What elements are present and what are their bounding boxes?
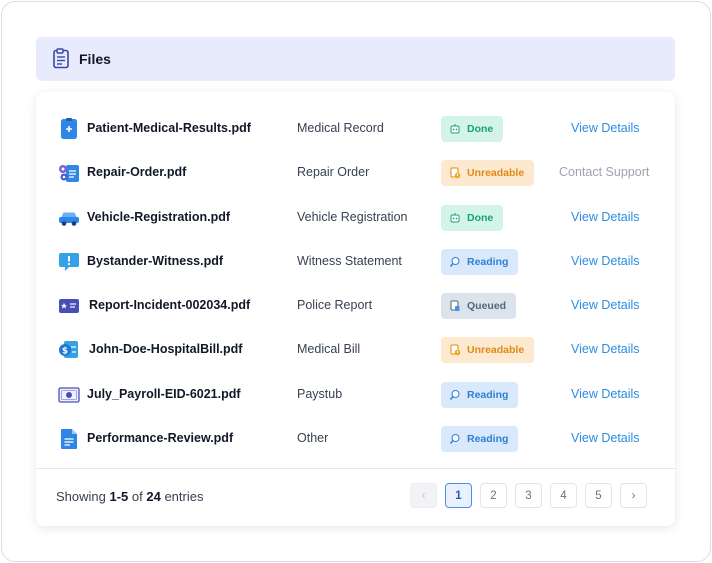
robot-icon [449,212,461,224]
table-row[interactable]: Repair-Order.pdf Repair Order Unreadable… [36,151,675,195]
status-badge: Reading [441,248,519,275]
file-name[interactable]: Repair-Order.pdf [87,165,186,179]
footer-divider [36,468,675,469]
warning-document-icon [449,167,461,179]
status-label: Queued [467,300,507,313]
file-name[interactable]: Vehicle-Registration.pdf [87,210,230,224]
view-details-link[interactable]: View Details [571,254,640,268]
status-badge: Unreadable [441,160,535,187]
page-button-4[interactable]: 4 [550,483,577,508]
police-badge-card-icon [58,295,80,317]
previous-page-button[interactable]: ‹ [410,483,437,508]
banknote-icon [58,384,80,406]
page-title: Files [79,51,111,67]
status-badge: Done [441,204,504,231]
page-button-1[interactable]: 1 [445,483,472,508]
status-label: Done [467,211,494,224]
status-badge: Reading [441,381,519,408]
speech-bubble-alert-icon [58,251,80,273]
robot-icon [449,123,461,135]
view-details-link[interactable]: View Details [571,387,640,401]
view-details-link[interactable]: View Details [571,431,640,445]
view-details-link[interactable]: View Details [571,342,640,356]
file-type: Repair Order [297,165,370,180]
svg-text:$: $ [62,347,68,357]
view-details-link[interactable]: View Details [571,210,640,224]
gears-clipboard-icon [58,162,80,184]
table-row[interactable]: Patient-Medical-Results.pdf Medical Reco… [36,107,675,151]
file-name[interactable]: John-Doe-HospitalBill.pdf [89,342,242,356]
table-row[interactable]: Performance-Review.pdf Other Reading Vie… [36,417,675,461]
entries-prefix: Showing [56,489,110,504]
entries-total: 24 [146,489,161,504]
file-name[interactable]: Patient-Medical-Results.pdf [87,121,251,135]
document-icon [58,428,80,450]
table-row[interactable]: July_Payroll-EID-6021.pdf Paystub Readin… [36,373,675,417]
magnifier-icon [449,256,461,268]
status-badge: Reading [441,426,519,453]
file-type: Witness Statement [297,253,402,268]
file-type: Medical Bill [297,342,361,357]
clipboard-document-icon [51,48,71,70]
file-name[interactable]: Report-Incident-002034.pdf [89,298,250,312]
file-name[interactable]: Performance-Review.pdf [87,431,233,445]
file-type: Medical Record [297,121,384,135]
table-row[interactable]: $ John-Doe-HospitalBill.pdf Medical Bill… [36,328,675,372]
view-details-link[interactable]: View Details [571,121,640,135]
file-type: Police Report [297,298,373,313]
file-type: Vehicle Registration [297,209,408,224]
table-row[interactable]: Report-Incident-002034.pdf Police Report… [36,284,675,328]
status-label: Unreadable [467,167,525,180]
entries-range: 1-5 [109,489,129,504]
car-icon [58,207,80,229]
page-button-2[interactable]: 2 [480,483,507,508]
hourglass-document-icon [449,300,461,312]
magnifier-icon [449,433,461,445]
status-badge: Done [441,116,504,142]
status-label: Reading [467,388,509,401]
pagination: ‹ 1 2 3 4 5 › [410,483,647,508]
status-label: Reading [467,433,509,446]
next-page-button[interactable]: › [620,483,647,508]
contact-support-link[interactable]: Contact Support [559,165,649,179]
status-badge: Queued [441,293,517,320]
dollar-bill-icon: $ [58,339,80,361]
entries-of: of [128,489,147,504]
table-row[interactable]: Bystander-Witness.pdf Witness Statement … [36,240,675,284]
medical-clipboard-icon [58,118,80,140]
warning-document-icon [449,344,461,356]
files-list: Patient-Medical-Results.pdf Medical Reco… [36,107,675,461]
magnifier-icon [449,389,461,401]
entries-suffix: entries [160,489,204,504]
view-details-link[interactable]: View Details [571,298,640,312]
file-type: Paystub [297,386,343,401]
file-name[interactable]: July_Payroll-EID-6021.pdf [87,387,241,401]
entries-summary: Showing 1-5 of 24 entries [56,489,203,504]
table-row[interactable]: Vehicle-Registration.pdf Vehicle Registr… [36,196,675,240]
file-name[interactable]: Bystander-Witness.pdf [87,254,223,268]
file-type: Other [297,431,329,446]
status-label: Reading [467,255,509,268]
status-badge: Unreadable [441,337,535,364]
files-table-card: Patient-Medical-Results.pdf Medical Reco… [36,92,675,526]
status-label: Done [467,123,494,135]
page-button-3[interactable]: 3 [515,483,542,508]
status-label: Unreadable [467,344,525,357]
files-header: Files [36,37,675,81]
page-button-5[interactable]: 5 [585,483,612,508]
